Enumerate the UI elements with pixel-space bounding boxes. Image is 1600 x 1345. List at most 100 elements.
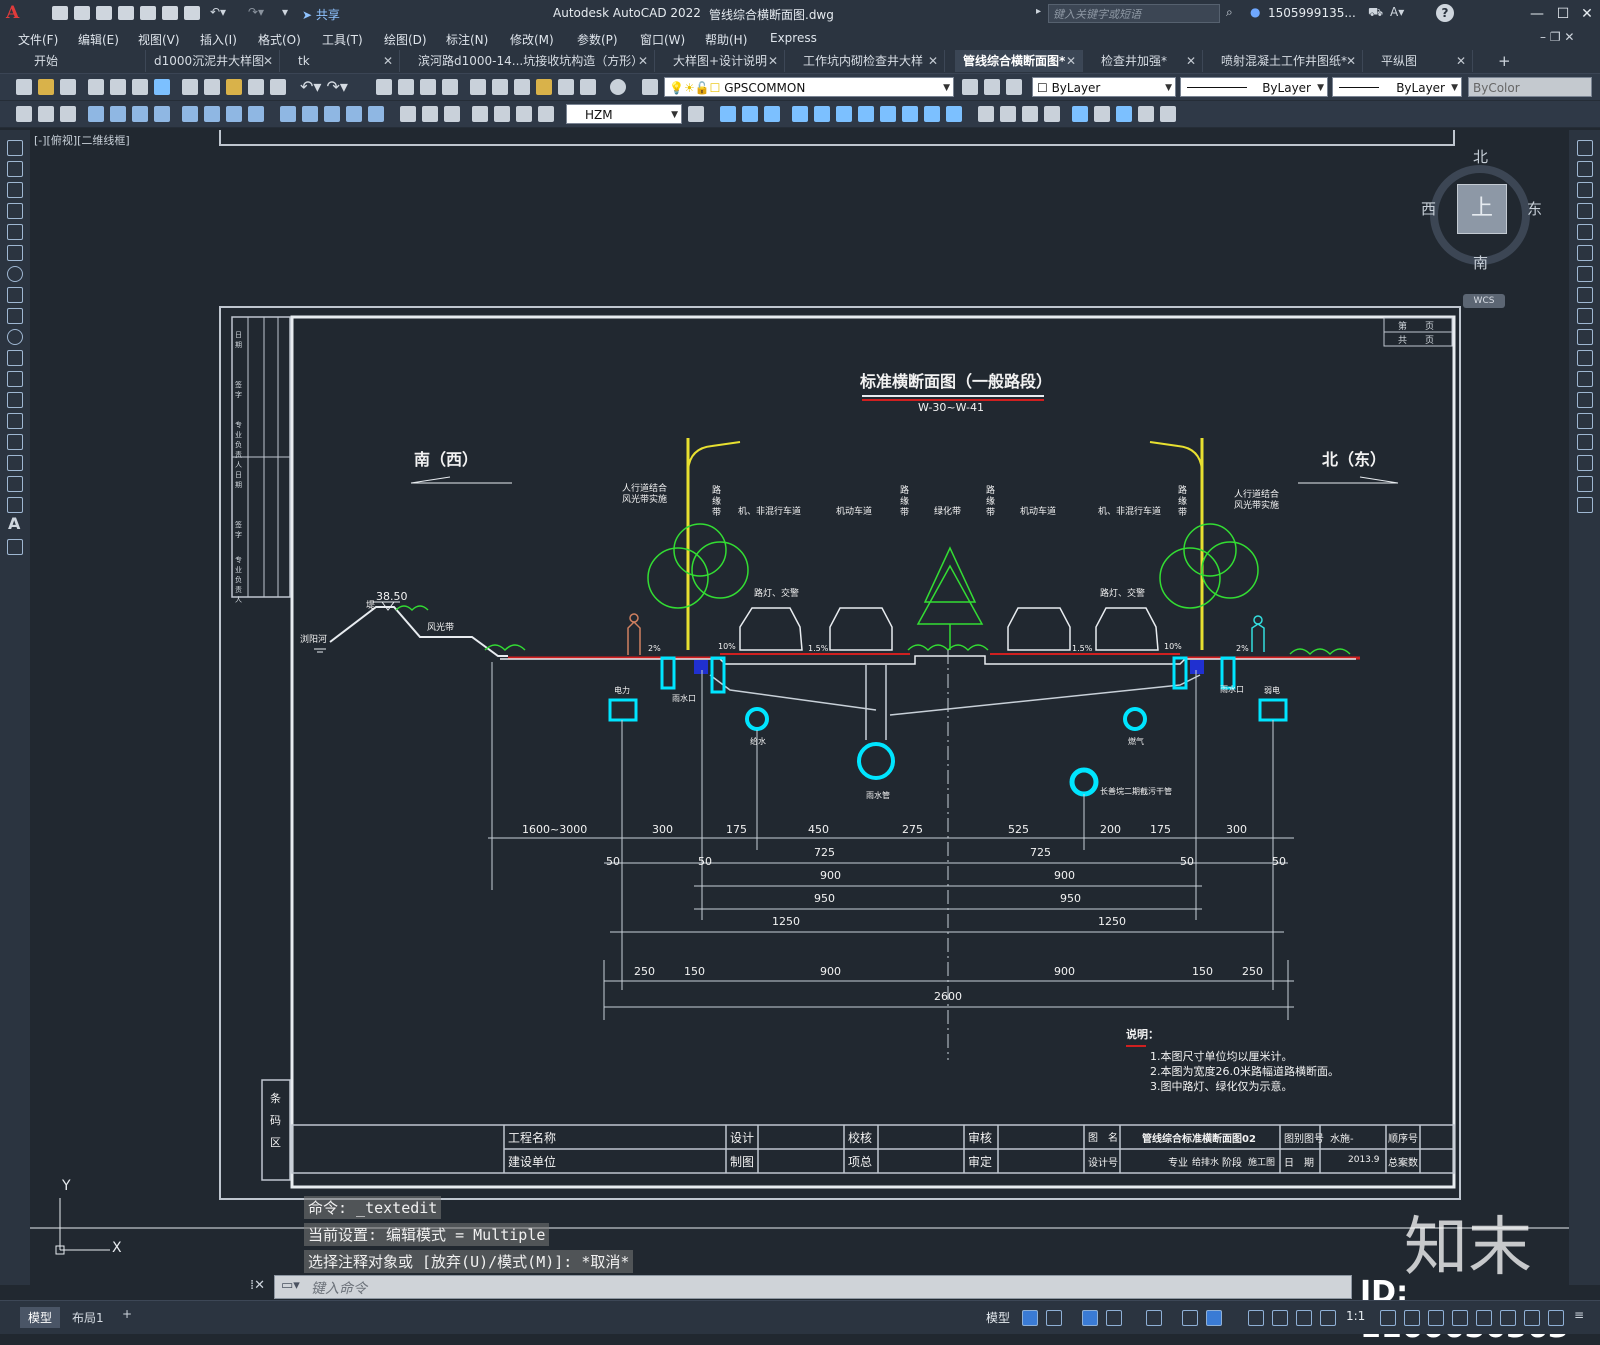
menu-dimension[interactable]: 标注(N)	[446, 31, 488, 48]
lane-label[interactable]: 人行道结合风光带实施	[1234, 490, 1282, 512]
tab-doc-active[interactable]: 管线综合横断面图* ✕	[955, 50, 1083, 72]
auto-scale-icon[interactable]	[1296, 1310, 1312, 1326]
blend-curves-icon[interactable]	[1577, 476, 1593, 492]
dim-text[interactable]: 950	[814, 892, 835, 905]
search-expand-icon[interactable]: ▸	[1036, 6, 1041, 17]
layer-isolate-icon[interactable]	[720, 106, 736, 122]
copy-icon[interactable]	[204, 79, 220, 95]
lane-label[interactable]: 机动车道	[1020, 504, 1056, 517]
layer-lock-icon[interactable]	[814, 106, 830, 122]
dim-text[interactable]: 1250	[772, 915, 800, 928]
make-block-icon[interactable]	[7, 392, 23, 408]
layer-off-icon[interactable]	[792, 106, 808, 122]
viewcube-east[interactable]: 东	[1527, 198, 1542, 219]
calculator-icon[interactable]	[580, 79, 596, 95]
lane-label[interactable]: 路缘带	[986, 486, 996, 519]
storm-pipe-label[interactable]: 雨水管	[866, 790, 890, 801]
insert-block-icon[interactable]	[7, 371, 23, 387]
menu-draw[interactable]: 绘图(D)	[384, 31, 427, 48]
snap-icon[interactable]	[1046, 1310, 1062, 1326]
move-icon[interactable]	[1577, 245, 1593, 261]
match-prop-icon[interactable]	[248, 79, 264, 95]
dim-override-icon[interactable]	[494, 106, 510, 122]
zoom-previous-icon[interactable]	[442, 79, 458, 95]
extend-icon[interactable]	[1577, 350, 1593, 366]
dim-style-manager-icon[interactable]	[688, 106, 704, 122]
grid-icon[interactable]	[1022, 1310, 1038, 1326]
new-tab-button[interactable]: +	[1498, 52, 1511, 70]
scale-icon[interactable]	[1577, 287, 1593, 303]
power-label[interactable]: 电力	[614, 685, 630, 696]
dim-text[interactable]: 50	[1180, 855, 1194, 868]
spline-icon[interactable]	[7, 308, 23, 324]
tool-palettes-icon[interactable]	[514, 79, 530, 95]
dim-text[interactable]: 900	[820, 965, 841, 978]
multiline-text-icon[interactable]: A	[8, 514, 20, 533]
streetlight-label-right[interactable]: 路灯、交警	[1100, 586, 1145, 599]
dim-text[interactable]: 900	[820, 869, 841, 882]
plotstyle-dropdown[interactable]: ByColor	[1468, 77, 1592, 97]
dim-text[interactable]: 300	[1226, 823, 1247, 836]
point-icon[interactable]	[7, 413, 23, 429]
viewcube-west[interactable]: 西	[1421, 198, 1436, 219]
viewcube-north[interactable]: 北	[1473, 146, 1488, 167]
streetlight-label-left[interactable]: 路灯、交警	[754, 586, 799, 599]
polygon-icon[interactable]	[7, 203, 23, 219]
dim-text[interactable]: 150	[1192, 965, 1213, 978]
close-tab-icon[interactable]: ✕	[768, 50, 778, 72]
dim-update-icon[interactable]	[444, 106, 460, 122]
dim-text[interactable]: 1250	[1098, 915, 1126, 928]
dim-text[interactable]: 450	[808, 823, 829, 836]
linetype-dropdown[interactable]: ByLayer ▼	[1180, 77, 1328, 97]
aligned-dim-icon[interactable]	[38, 106, 54, 122]
menu-format[interactable]: 格式(O)	[258, 31, 301, 48]
baseline-dim-icon[interactable]	[226, 106, 242, 122]
customization-menu-icon[interactable]: ≡	[1574, 1308, 1584, 1322]
layer-match-icon[interactable]	[858, 106, 874, 122]
block-write-icon[interactable]	[1022, 106, 1038, 122]
drawing-canvas[interactable]: [-][俯视][二维线框] 标准横断面图（一般路段） W-30~W-41 南（西…	[30, 130, 1569, 1285]
close-tab-icon[interactable]: ✕	[638, 50, 648, 72]
dim-text[interactable]: 275	[902, 823, 923, 836]
construction-line-icon[interactable]	[7, 161, 23, 177]
dike-label[interactable]: 堤	[366, 598, 375, 611]
xref-bind-icon[interactable]	[1116, 106, 1132, 122]
undo-icon[interactable]: ↶▾	[210, 5, 226, 19]
layer-unlock-icon[interactable]	[836, 106, 852, 122]
tab-doc[interactable]: 平纵图 ✕	[1373, 50, 1473, 72]
save-as-icon[interactable]	[118, 6, 134, 20]
layer-copy-icon[interactable]	[902, 106, 918, 122]
undo-icon[interactable]: ↶▾ ↷▾	[300, 77, 348, 96]
note-line[interactable]: 3.图中路灯、绿化仅为示意。	[1150, 1078, 1293, 1094]
gas-label[interactable]: 燃气	[1128, 736, 1144, 747]
note-line[interactable]: 1.本图尺寸单位均以厘米计。	[1150, 1048, 1293, 1064]
tab-doc[interactable]: 大样图+设计说明 ✕	[665, 50, 785, 72]
dim-reassociate-icon[interactable]	[516, 106, 532, 122]
dim-space-icon[interactable]	[280, 106, 296, 122]
web-open-icon[interactable]	[140, 6, 156, 20]
save-icon[interactable]	[60, 79, 76, 95]
new-icon[interactable]	[16, 79, 32, 95]
dim-text[interactable]: 50	[1272, 855, 1286, 868]
plot-icon[interactable]	[88, 79, 104, 95]
share-button[interactable]: ➤ 共享	[302, 6, 340, 23]
preview-icon[interactable]	[110, 79, 126, 95]
help-icon[interactable]: ?	[1436, 4, 1454, 22]
command-prompt-icon[interactable]: ▭▾	[281, 1278, 300, 1293]
xref-attach-icon[interactable]	[1072, 106, 1088, 122]
center-mark-icon[interactable]	[346, 106, 362, 122]
lineweight-icon[interactable]	[1248, 1310, 1264, 1326]
dim-text[interactable]: 725	[814, 846, 835, 859]
linear-dim-icon[interactable]	[16, 106, 32, 122]
model-space-toggle[interactable]: 模型	[986, 1309, 1010, 1326]
design-center-icon[interactable]	[492, 79, 508, 95]
mirror-icon[interactable]	[1577, 182, 1593, 198]
tab-doc[interactable]: d1000沉泥井大样图 ✕	[146, 50, 280, 72]
annotation-monitor-icon[interactable]	[1404, 1310, 1420, 1326]
make-current-icon[interactable]	[962, 79, 978, 95]
tab-doc[interactable]: 滨河路d1000-14...坑接收坑构造（方形） ✕	[410, 50, 655, 72]
user-name[interactable]: 1505999135...	[1268, 6, 1356, 20]
join-icon[interactable]	[1577, 413, 1593, 429]
open-icon[interactable]	[38, 79, 54, 95]
scale-dropdown[interactable]: 1:1	[1346, 1309, 1365, 1323]
